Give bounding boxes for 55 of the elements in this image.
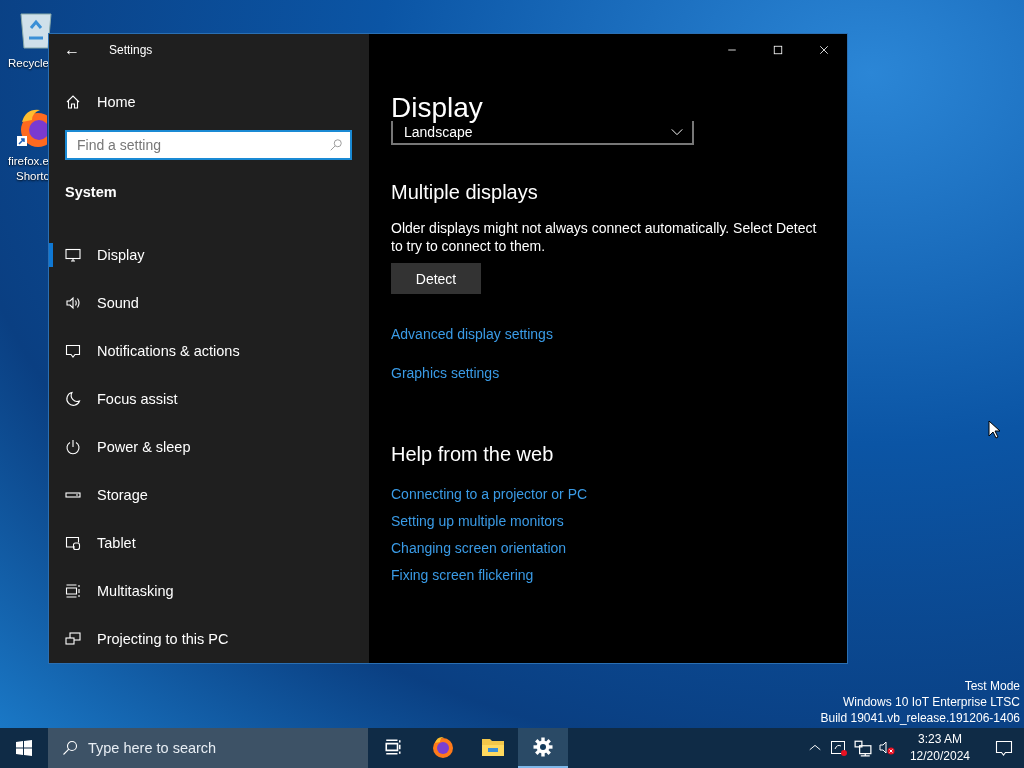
power-icon xyxy=(65,439,81,455)
task-view-icon xyxy=(384,738,402,756)
home-icon xyxy=(65,93,81,110)
back-button[interactable]: ← xyxy=(49,34,95,66)
nav-item[interactable]: Projecting to this PC xyxy=(49,615,369,663)
detect-button[interactable]: Detect xyxy=(391,263,481,294)
firefox-icon xyxy=(431,735,455,759)
tablet-mode-icon xyxy=(829,739,848,757)
search-field[interactable]: Find a setting xyxy=(65,130,352,160)
section-heading: Multiple displays xyxy=(391,180,538,205)
screens-icon xyxy=(65,631,81,647)
tablet-icon xyxy=(65,535,81,551)
watermark-text: Test Mode xyxy=(964,678,1020,694)
help-link[interactable]: Setting up multiple monitors xyxy=(391,512,588,530)
maximize-icon xyxy=(772,44,784,56)
nav-item[interactable]: Multitasking xyxy=(49,567,369,615)
nav-item[interactable]: Display xyxy=(49,231,369,279)
taskbar-search-field[interactable]: Type here to search xyxy=(48,728,368,768)
nav-item[interactable]: Focus assist xyxy=(49,375,369,423)
help-link[interactable]: Connecting to a projector or PC xyxy=(391,485,588,503)
desktop-icon-label: firefox.e xyxy=(7,154,49,169)
speaker-icon xyxy=(65,295,81,311)
watermark-text: Build 19041.vb_release.191206-1406 xyxy=(820,710,1020,726)
folder-icon xyxy=(481,736,505,758)
multitasking-icon xyxy=(65,583,81,599)
speech-bubble-icon xyxy=(995,739,1013,757)
help-link[interactable]: Fixing screen flickering xyxy=(391,566,588,584)
desktop-icon-label: Shortc xyxy=(15,169,50,184)
desktop-icon-label: Recycle xyxy=(7,56,49,71)
search-icon xyxy=(329,138,343,152)
description-text: Older displays might not always connect automatically. Select Detect to try to connect to them. xyxy=(391,219,818,255)
window-title: Settings xyxy=(109,43,153,57)
clock[interactable]: 3:23 AM 12/20/2024 xyxy=(901,731,978,765)
gear-icon xyxy=(533,737,553,757)
nav-item[interactable]: Sound xyxy=(49,279,369,327)
moon-icon xyxy=(65,391,81,407)
speech-bubble-icon xyxy=(65,343,81,359)
monitor-icon xyxy=(65,247,81,263)
section-heading: System xyxy=(64,184,118,200)
taskbar-app-button[interactable] xyxy=(518,728,568,768)
watermark-text: Windows 10 IoT Enterprise LTSC xyxy=(843,694,1020,710)
help-link[interactable]: Changing screen orientation xyxy=(391,539,588,557)
volume-muted-icon xyxy=(877,739,896,757)
nav-item[interactable]: Tablet xyxy=(49,519,369,567)
nav-item[interactable]: Notifications & actions xyxy=(49,327,369,375)
mouse-cursor-icon xyxy=(988,420,1000,439)
nav-item[interactable]: Power & sleep xyxy=(49,423,369,471)
settings-link[interactable]: Advanced display settings xyxy=(391,325,553,343)
network-icon xyxy=(853,739,872,757)
settings-link[interactable]: Graphics settings xyxy=(391,364,553,382)
nav-item[interactable]: Storage xyxy=(49,471,369,519)
close-icon xyxy=(818,44,830,56)
home-nav-item[interactable]: Home xyxy=(49,86,369,117)
section-heading: Help from the web xyxy=(391,442,554,467)
windows-logo-icon xyxy=(16,740,32,756)
